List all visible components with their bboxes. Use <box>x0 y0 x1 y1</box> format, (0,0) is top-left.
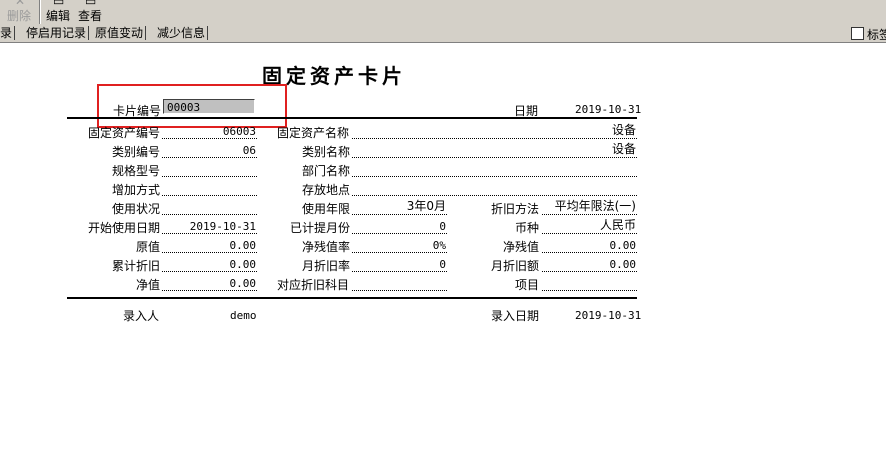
edit-label: 编辑 <box>46 9 71 23</box>
accum-field[interactable]: 0.00 <box>162 257 257 272</box>
usage-field[interactable] <box>162 200 257 215</box>
subject-field[interactable] <box>352 276 447 291</box>
entered-by-value: demo <box>230 309 257 322</box>
toolbar-separator <box>39 0 41 24</box>
entered-by-label: 录入人 <box>123 309 160 323</box>
delete-button[interactable]: ✕ 删除 <box>3 0 37 24</box>
depr-method-field[interactable]: 平均年限法(一) <box>542 199 637 215</box>
original-label: 原值 <box>136 240 161 254</box>
asset-name-label: 固定资产名称 <box>277 126 350 140</box>
top-rule <box>67 117 637 119</box>
bottom-rule <box>67 297 637 299</box>
currency-field[interactable]: 人民币 <box>542 218 637 234</box>
edit-button[interactable]: ▭ 编辑 <box>44 0 74 24</box>
project-field[interactable] <box>542 276 637 291</box>
tab-original-value-change[interactable]: 原值变动 <box>93 26 147 40</box>
category-name-field[interactable]: 设备 <box>352 142 637 158</box>
tab-reduction-info[interactable]: 减少信息 <box>155 26 209 40</box>
residual-rate-label: 净残值率 <box>302 240 351 254</box>
asset-code-field[interactable]: 06003 <box>162 124 257 139</box>
subject-label: 对应折旧科目 <box>277 278 350 292</box>
usage-label: 使用状况 <box>112 202 161 216</box>
accum-label: 累计折旧 <box>112 259 161 273</box>
depr-method-label: 折旧方法 <box>491 202 540 216</box>
add-method-label: 增加方式 <box>112 183 161 197</box>
monthly-amount-label: 月折旧额 <box>491 259 540 273</box>
residual-field[interactable]: 0.00 <box>542 238 637 253</box>
location-field[interactable] <box>352 181 637 196</box>
view-button[interactable]: ▭ 查看 <box>76 0 106 24</box>
toolbar: ✕ 删除 ▭ 编辑 ▭ 查看 <box>0 0 886 24</box>
residual-rate-field[interactable]: 0% <box>352 238 447 253</box>
category-name-label: 类别名称 <box>302 145 351 159</box>
project-label: 项目 <box>515 278 540 292</box>
dept-field[interactable] <box>352 162 637 177</box>
net-field[interactable]: 0.00 <box>162 276 257 291</box>
category-code-field[interactable]: 06 <box>162 143 257 158</box>
dept-label: 部门名称 <box>302 164 351 178</box>
months-label: 已计提月份 <box>290 221 351 235</box>
date-value: 2019-10-31 <box>575 103 642 116</box>
label-checkbox-text: 标签 <box>867 28 886 42</box>
spec-field[interactable] <box>162 162 257 177</box>
entry-date-label: 录入日期 <box>491 309 540 323</box>
location-label: 存放地点 <box>302 183 351 197</box>
highlight-box <box>97 84 287 128</box>
life-field[interactable]: 3年0月 <box>352 199 447 215</box>
currency-label: 币种 <box>515 221 540 235</box>
start-date-label: 开始使用日期 <box>88 221 161 235</box>
asset-code-label: 固定资产编号 <box>88 126 161 140</box>
entry-date-value: 2019-10-31 <box>575 309 642 322</box>
tab-bar: 录 停启用记录 原值变动 减少信息 标签 <box>0 24 886 43</box>
monthly-rate-label: 月折旧率 <box>302 259 351 273</box>
label-checkbox[interactable] <box>851 27 864 40</box>
spec-label: 规格型号 <box>112 164 161 178</box>
add-method-field[interactable] <box>162 181 257 196</box>
monthly-rate-field[interactable]: 0 <box>352 257 447 272</box>
residual-label: 净残值 <box>503 240 540 254</box>
original-field[interactable]: 0.00 <box>162 238 257 253</box>
net-label: 净值 <box>136 278 161 292</box>
tab-record[interactable]: 录 <box>0 26 16 40</box>
view-label: 查看 <box>78 9 103 23</box>
monthly-amount-field[interactable]: 0.00 <box>542 257 637 272</box>
delete-label: 删除 <box>7 9 32 23</box>
asset-name-field[interactable]: 设备 <box>352 123 637 139</box>
start-date-field[interactable]: 2019-10-31 <box>162 219 257 234</box>
tab-enable-disable-record[interactable]: 停启用记录 <box>24 26 90 40</box>
months-field[interactable]: 0 <box>352 219 447 234</box>
life-label: 使用年限 <box>302 202 351 216</box>
category-code-label: 类别编号 <box>112 145 161 159</box>
